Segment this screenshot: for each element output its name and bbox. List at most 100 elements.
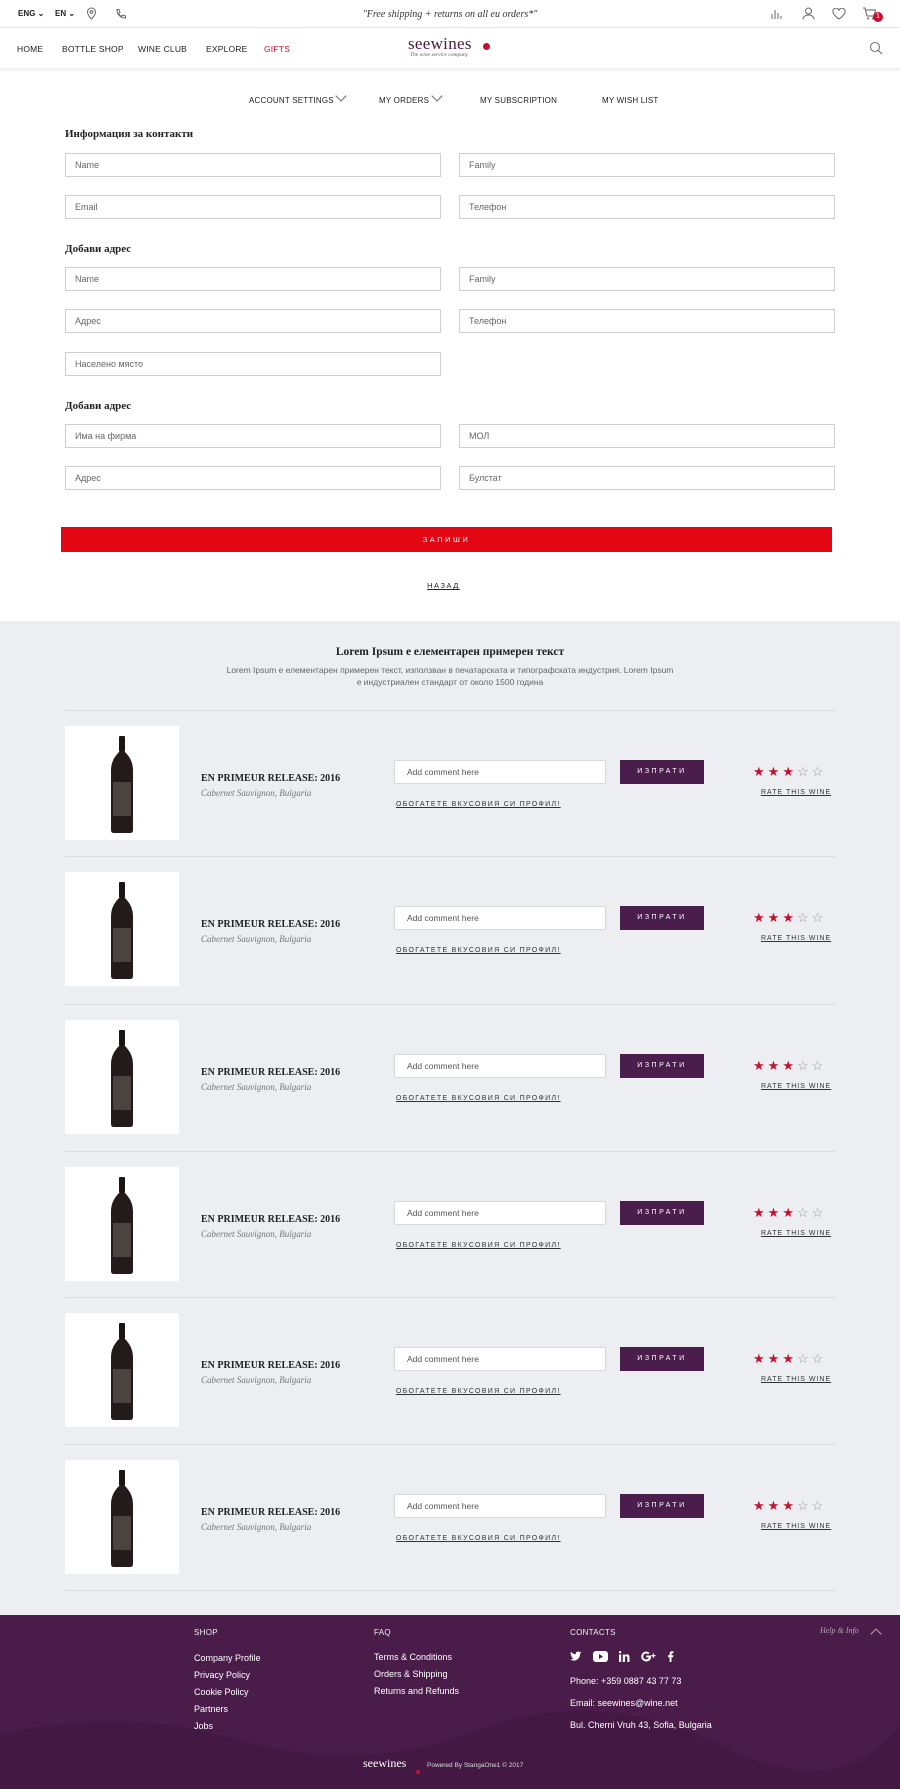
star-empty-icon[interactable]: ☆: [812, 1205, 827, 1220]
wine-image[interactable]: [65, 872, 179, 986]
star-filled-icon[interactable]: ★: [753, 1205, 768, 1220]
contact-email-field[interactable]: Email: [65, 195, 441, 219]
search-icon[interactable]: [869, 41, 883, 55]
comment-input[interactable]: Add comment here: [394, 1494, 606, 1518]
footer-link-cookie-policy[interactable]: Cookie Policy: [194, 1684, 249, 1701]
star-empty-icon[interactable]: ☆: [797, 910, 812, 925]
star-empty-icon[interactable]: ☆: [797, 1058, 812, 1073]
comment-input[interactable]: Add comment here: [394, 760, 606, 784]
rate-this-wine-link[interactable]: RATE THIS WINE: [761, 1376, 831, 1383]
star-filled-icon[interactable]: ★: [768, 1498, 783, 1513]
enrich-profile-link[interactable]: ОБОГАТЕТЕ ВКУСОВИЯ СИ ПРОФИЛ!: [396, 1242, 561, 1249]
help-info-link[interactable]: Help & Info: [820, 1626, 859, 1635]
star-empty-icon[interactable]: ☆: [797, 1498, 812, 1513]
star-empty-icon[interactable]: ☆: [797, 1205, 812, 1220]
heart-icon[interactable]: [832, 8, 846, 20]
comment-input[interactable]: Add comment here: [394, 1054, 606, 1078]
star-empty-icon[interactable]: ☆: [812, 1498, 827, 1513]
wine-title[interactable]: EN PRIMEUR RELEASE: 2016: [201, 773, 340, 784]
tab-my-wish-list[interactable]: MY WISH LIST: [602, 96, 658, 105]
enrich-profile-link[interactable]: ОБОГАТЕТЕ ВКУСОВИЯ СИ ПРОФИЛ!: [396, 1388, 561, 1395]
wine-image[interactable]: [65, 1167, 179, 1281]
footer-link-terms[interactable]: Terms & Conditions: [374, 1649, 452, 1666]
footer-link-partners[interactable]: Partners: [194, 1701, 228, 1718]
star-rating[interactable]: ★★★☆☆: [753, 911, 826, 925]
star-rating[interactable]: ★★★☆☆: [753, 1499, 826, 1513]
tab-my-subscription[interactable]: MY SUBSCRIPTION: [480, 96, 557, 105]
nav-bottle-shop[interactable]: BOTTLE SHOP: [62, 44, 124, 54]
star-empty-icon[interactable]: ☆: [812, 764, 827, 779]
star-filled-icon[interactable]: ★: [768, 1351, 783, 1366]
star-filled-icon[interactable]: ★: [768, 1205, 783, 1220]
address-name-field[interactable]: Name: [65, 267, 441, 291]
star-filled-icon[interactable]: ★: [768, 1058, 783, 1073]
rate-this-wine-link[interactable]: RATE THIS WINE: [761, 1083, 831, 1090]
footer-link-jobs[interactable]: Jobs: [194, 1718, 213, 1735]
enrich-profile-link[interactable]: ОБОГАТЕТЕ ВКУСОВИЯ СИ ПРОФИЛ!: [396, 947, 561, 954]
company-bulstat-field[interactable]: Булстат: [459, 466, 835, 490]
enrich-profile-link[interactable]: ОБОГАТЕТЕ ВКУСОВИЯ СИ ПРОФИЛ!: [396, 1095, 561, 1102]
nav-gifts[interactable]: GIFTS: [264, 44, 290, 54]
star-filled-icon[interactable]: ★: [782, 910, 797, 925]
enrich-profile-link[interactable]: ОБОГАТЕТЕ ВКУСОВИЯ СИ ПРОФИЛ!: [396, 1535, 561, 1542]
footer-link-orders-shipping[interactable]: Orders & Shipping: [374, 1666, 448, 1683]
comment-input[interactable]: Add comment here: [394, 906, 606, 930]
nav-explore[interactable]: EXPLORE: [206, 44, 248, 54]
star-filled-icon[interactable]: ★: [782, 1498, 797, 1513]
star-empty-icon[interactable]: ☆: [812, 1351, 827, 1366]
star-filled-icon[interactable]: ★: [782, 1058, 797, 1073]
back-link[interactable]: НАЗАД: [0, 581, 887, 590]
compare-icon[interactable]: [770, 8, 782, 20]
wine-image[interactable]: [65, 1020, 179, 1134]
enrich-profile-link[interactable]: ОБОГАТЕТЕ ВКУСОВИЯ СИ ПРОФИЛ!: [396, 801, 561, 808]
footer-link-privacy-policy[interactable]: Privacy Policy: [194, 1667, 250, 1684]
linkedin-icon[interactable]: [618, 1651, 630, 1665]
star-empty-icon[interactable]: ☆: [797, 1351, 812, 1366]
star-filled-icon[interactable]: ★: [782, 1351, 797, 1366]
facebook-icon[interactable]: [667, 1651, 674, 1665]
star-filled-icon[interactable]: ★: [753, 1058, 768, 1073]
send-button[interactable]: ИЗПРАТИ: [620, 1054, 704, 1078]
save-button[interactable]: ЗАПИШИ: [61, 527, 832, 552]
star-empty-icon[interactable]: ☆: [812, 1058, 827, 1073]
footer-link-company-profile[interactable]: Company Profile: [194, 1650, 261, 1667]
company-name-field[interactable]: Има на фирма: [65, 424, 441, 448]
wine-title[interactable]: EN PRIMEUR RELEASE: 2016: [201, 919, 340, 930]
wine-image[interactable]: [65, 1460, 179, 1574]
wine-title[interactable]: EN PRIMEUR RELEASE: 2016: [201, 1507, 340, 1518]
footer-link-returns[interactable]: Returns and Refunds: [374, 1683, 459, 1700]
google-plus-icon[interactable]: [641, 1651, 657, 1665]
send-button[interactable]: ИЗПРАТИ: [620, 1201, 704, 1225]
youtube-icon[interactable]: [593, 1651, 608, 1665]
company-address-field[interactable]: Адрес: [65, 466, 441, 490]
star-rating[interactable]: ★★★☆☆: [753, 1206, 826, 1220]
wine-title[interactable]: EN PRIMEUR RELEASE: 2016: [201, 1067, 340, 1078]
rate-this-wine-link[interactable]: RATE THIS WINE: [761, 1523, 831, 1530]
company-mol-field[interactable]: МОЛ: [459, 424, 835, 448]
send-button[interactable]: ИЗПРАТИ: [620, 906, 704, 930]
tab-my-orders[interactable]: MY ORDERS: [379, 96, 429, 105]
comment-input[interactable]: Add comment here: [394, 1201, 606, 1225]
contact-family-field[interactable]: Family: [459, 153, 835, 177]
star-rating[interactable]: ★★★☆☆: [753, 765, 826, 779]
send-button[interactable]: ИЗПРАТИ: [620, 1494, 704, 1518]
address-street-field[interactable]: Адрес: [65, 309, 441, 333]
send-button[interactable]: ИЗПРАТИ: [620, 760, 704, 784]
star-rating[interactable]: ★★★☆☆: [753, 1352, 826, 1366]
comment-input[interactable]: Add comment here: [394, 1347, 606, 1371]
site-logo[interactable]: seewines The wine service company: [408, 34, 500, 60]
rate-this-wine-link[interactable]: RATE THIS WINE: [761, 789, 831, 796]
wine-image[interactable]: [65, 1313, 179, 1427]
user-icon[interactable]: [802, 7, 815, 20]
contact-name-field[interactable]: Name: [65, 153, 441, 177]
tab-account-settings[interactable]: ACCOUNT SETTINGS: [249, 96, 334, 105]
star-filled-icon[interactable]: ★: [768, 764, 783, 779]
address-phone-field[interactable]: Телефон: [459, 309, 835, 333]
wine-image[interactable]: [65, 726, 179, 840]
nav-home[interactable]: HOME: [17, 44, 43, 54]
wine-title[interactable]: EN PRIMEUR RELEASE: 2016: [201, 1360, 340, 1371]
address-family-field[interactable]: Family: [459, 267, 835, 291]
rate-this-wine-link[interactable]: RATE THIS WINE: [761, 1230, 831, 1237]
star-filled-icon[interactable]: ★: [753, 1351, 768, 1366]
star-empty-icon[interactable]: ☆: [797, 764, 812, 779]
